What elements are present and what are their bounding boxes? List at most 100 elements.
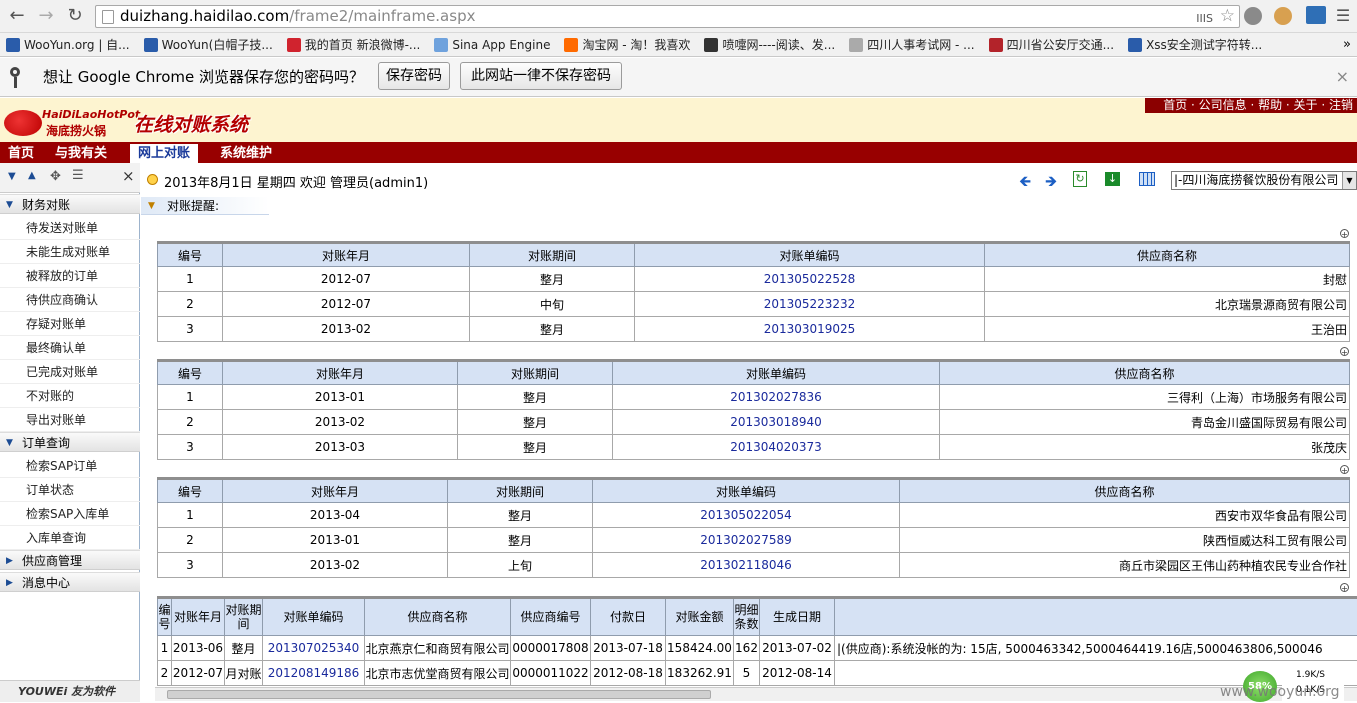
column-header[interactable]: 对账单编码 — [635, 243, 985, 267]
sidebar-item[interactable]: 已完成对账单 — [0, 360, 140, 384]
sidebar-section[interactable]: ▼订单查询 — [0, 432, 140, 452]
wrench-menu-icon[interactable]: ☰ — [1334, 6, 1352, 26]
statement-code-link[interactable]: 201208149186 — [263, 661, 365, 686]
column-header[interactable] — [835, 598, 1357, 636]
column-header[interactable]: 对账期间 — [448, 479, 593, 503]
back-icon[interactable]: ← — [6, 6, 28, 26]
sidebar-section[interactable]: ▶消息中心 — [0, 572, 140, 592]
column-header[interactable]: 供应商名称 — [940, 361, 1350, 385]
horizontal-scrollbar[interactable] — [155, 687, 1357, 701]
column-header[interactable]: 对账单编码 — [263, 598, 365, 636]
save-password-button[interactable]: 保存密码 — [378, 62, 450, 90]
column-header[interactable]: 对账年月 — [223, 479, 448, 503]
column-header[interactable]: 对账单编码 — [613, 361, 940, 385]
sidebar-item[interactable]: 订单状态 — [0, 478, 140, 502]
column-header[interactable]: 编号 — [158, 479, 223, 503]
star-icon[interactable]: ☆ — [1220, 6, 1235, 27]
extension-cookie-icon[interactable] — [1274, 7, 1292, 25]
collapse-all-icon[interactable]: ▼ — [8, 171, 16, 182]
column-header[interactable]: 生成日期 — [760, 598, 835, 636]
sidebar-item[interactable]: 最终确认单 — [0, 336, 140, 360]
sidebar-section[interactable]: ▶供应商管理 — [0, 550, 140, 570]
sidebar-item[interactable]: 不对账的 — [0, 384, 140, 408]
refresh-icon[interactable]: ↻ — [1073, 171, 1087, 187]
expand-icon[interactable]: + — [1340, 583, 1349, 592]
company-select[interactable]: |-四川海底捞餐饮股份有限公司 ▼ — [1171, 171, 1357, 190]
column-header[interactable]: 对账年月 — [172, 598, 225, 636]
column-header[interactable]: 对账期间 — [470, 243, 635, 267]
list-icon[interactable]: ☰ — [72, 168, 84, 183]
column-header[interactable]: 明细条数 — [734, 598, 760, 636]
scrollbar-thumb[interactable] — [167, 690, 711, 699]
statement-code-link[interactable]: 201304020373 — [613, 435, 940, 460]
forward-arrow-icon[interactable]: 🡺 — [1045, 171, 1057, 196]
expand-icon[interactable]: + — [1340, 229, 1349, 238]
column-header[interactable]: 供应商名称 — [365, 598, 511, 636]
nav-online-reconcile[interactable]: 网上对账 — [130, 144, 198, 163]
move-icon[interactable]: ✥ — [50, 169, 61, 184]
column-header[interactable]: 供应商名称 — [985, 243, 1350, 267]
download-icon[interactable]: ↓ — [1105, 172, 1120, 186]
column-header[interactable]: 付款日 — [591, 598, 666, 636]
extension-screen-icon[interactable] — [1306, 6, 1326, 24]
top-links[interactable]: 首页 · 公司信息 · 帮助 · 关于 · 注销 — [1145, 98, 1357, 113]
sidebar-item[interactable]: 待发送对账单 — [0, 216, 140, 240]
column-header[interactable]: 对账年月 — [223, 243, 470, 267]
nav-home[interactable]: 首页 — [0, 142, 42, 163]
infobar-close-icon[interactable]: × — [1336, 67, 1349, 86]
sidebar-item[interactable]: 待供应商确认 — [0, 288, 140, 312]
bookmark-item[interactable]: WooYun.org | 自... — [0, 33, 130, 57]
bookmark-item[interactable]: 我的首页 新浪微博-... — [281, 33, 421, 57]
reload-icon[interactable]: ↻ — [64, 6, 86, 26]
extension-globe-icon[interactable] — [1244, 7, 1262, 25]
column-header[interactable]: 编号 — [158, 243, 223, 267]
sidebar-item[interactable]: 导出对账单 — [0, 408, 140, 432]
column-header[interactable]: 对账单编码 — [593, 479, 900, 503]
calendar-icon[interactable] — [1139, 172, 1155, 186]
statement-code-link[interactable]: 201303019025 — [635, 317, 985, 342]
statement-code-link[interactable]: 201302027589 — [593, 528, 900, 553]
nav-mine[interactable]: 与我有关 — [47, 142, 115, 163]
statement-code-link[interactable]: 201305223232 — [635, 292, 985, 317]
bookmark-item[interactable]: 淘宝网 - 淘！我喜欢 — [558, 33, 690, 57]
chevron-down-icon[interactable]: ▼ — [1342, 172, 1356, 189]
statement-code-link[interactable]: 201303018940 — [613, 410, 940, 435]
sidebar-section[interactable]: ▼财务对账 — [0, 194, 140, 214]
sidebar-item[interactable]: 被释放的订单 — [0, 264, 140, 288]
statement-code-link[interactable]: 201305022054 — [593, 503, 900, 528]
sidebar-item[interactable]: 检索SAP入库单 — [0, 502, 140, 526]
expand-all-icon[interactable]: ▲ — [28, 170, 36, 181]
translate-icon[interactable]: IIIS — [1196, 8, 1213, 29]
bookmark-item[interactable]: Xss安全测试字符转... — [1122, 33, 1262, 57]
column-header[interactable]: 编号 — [158, 598, 172, 636]
address-bar[interactable]: duizhang.haidilao.com/frame2/mainframe.a… — [95, 5, 1240, 28]
column-header[interactable]: 对账年月 — [223, 361, 458, 385]
nav-system-maintenance[interactable]: 系统维护 — [212, 142, 280, 163]
bookmark-item[interactable]: 四川人事考试网 - ... — [843, 33, 974, 57]
statement-code-link[interactable]: 201305022528 — [635, 267, 985, 292]
column-header[interactable]: 对账金额 — [666, 598, 734, 636]
sidebar-item[interactable]: 入库单查询 — [0, 526, 140, 550]
statement-code-link[interactable]: 201307025340 — [263, 636, 365, 661]
column-header[interactable]: 供应商名称 — [900, 479, 1350, 503]
column-header[interactable]: 对账期间 — [458, 361, 613, 385]
bookmark-item[interactable]: 四川省公安厅交通... — [983, 33, 1114, 57]
expand-icon[interactable]: + — [1340, 465, 1349, 474]
bookmark-item[interactable]: WooYun(白帽子技... — [138, 33, 273, 57]
column-header[interactable]: 对账期间 — [225, 598, 263, 636]
sidebar-item[interactable]: 未能生成对账单 — [0, 240, 140, 264]
bookmark-item[interactable]: Sina App Engine — [428, 33, 550, 57]
bookmark-item[interactable]: 喷嚏网----阅读、发... — [698, 33, 835, 57]
column-header[interactable]: 编号 — [158, 361, 223, 385]
statement-code-link[interactable]: 201302118046 — [593, 553, 900, 578]
sidebar-item[interactable]: 检索SAP订单 — [0, 454, 140, 478]
forward-icon[interactable]: → — [35, 6, 57, 26]
never-save-password-button[interactable]: 此网站一律不保存密码 — [460, 62, 622, 90]
column-header[interactable]: 供应商编号 — [511, 598, 591, 636]
statement-code-link[interactable]: 201302027836 — [613, 385, 940, 410]
bookmarks-more[interactable]: » — [1343, 33, 1351, 57]
expand-icon[interactable]: + — [1340, 347, 1349, 356]
sidebar-item[interactable]: 存疑对账单 — [0, 312, 140, 336]
back-arrow-icon[interactable]: 🡸 — [1019, 171, 1031, 196]
sidebar-close-icon[interactable]: × — [122, 167, 135, 185]
